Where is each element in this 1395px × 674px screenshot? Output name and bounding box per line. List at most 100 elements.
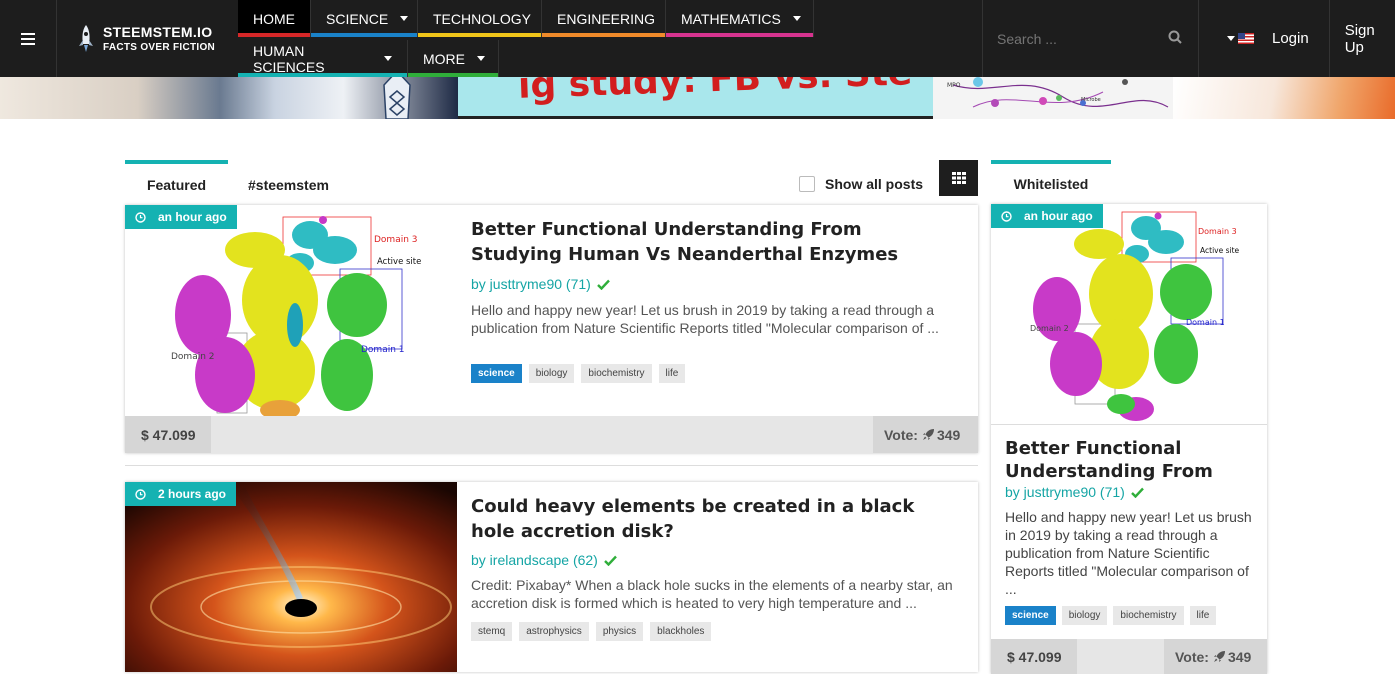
post-author[interactable]: by justtryme90 (71) <box>1005 484 1144 500</box>
tag-chip[interactable]: life <box>658 364 686 383</box>
nav-engineering-label: ENGINEERING <box>557 10 656 27</box>
tag-chip[interactable]: science <box>1005 606 1056 625</box>
nav-home-underline <box>238 33 310 37</box>
nav-home-label: HOME <box>253 10 295 27</box>
vote-button[interactable]: Vote: 349 <box>1164 639 1267 674</box>
post-thumbnail[interactable]: an hour ago Domain 3 Active site Domain … <box>991 204 1267 425</box>
post-excerpt: Hello and happy new year! Let us brush i… <box>1005 509 1252 597</box>
nav-more-label: MORE <box>423 50 465 67</box>
nav-technology-label: TECHNOLOGY <box>433 10 532 27</box>
clock-icon <box>1001 210 1012 222</box>
diagram-label-active-site: Active site <box>1200 246 1240 255</box>
post-title[interactable]: Better Functional Understanding From Stu… <box>471 217 941 267</box>
tab-featured[interactable]: Featured <box>125 160 228 198</box>
hamburger-menu-button[interactable] <box>0 0 57 77</box>
nav-technology-underline <box>418 33 541 37</box>
post-tags: science biology biochemistry life <box>1005 606 1217 625</box>
rocket-logo-icon <box>79 24 93 52</box>
post-thumbnail[interactable]: 2 hours ago <box>125 482 457 672</box>
post-payout: $ 47.099 <box>991 639 1077 674</box>
feed-tabs: Featured #steemstem Show all posts <box>125 160 978 198</box>
post-time: 2 hours ago <box>158 487 227 501</box>
tag-chip[interactable]: science <box>471 364 522 383</box>
brand-tagline: FACTS OVER FICTION <box>103 42 216 53</box>
clock-icon <box>135 211 146 223</box>
signup-button[interactable]: Sign Up <box>1328 0 1395 77</box>
vote-button[interactable]: Vote: 349 <box>873 416 978 453</box>
nav-mathematics-label: MATHEMATICS <box>681 10 781 27</box>
us-flag-icon <box>1238 33 1254 44</box>
banner-image-study[interactable]: ig study: FB vs. Ste <box>458 77 933 119</box>
tag-chip[interactable]: astrophysics <box>519 622 589 641</box>
post-time-badge: an hour ago <box>125 205 237 229</box>
chevron-down-icon <box>477 56 485 61</box>
login-button[interactable]: Login <box>1268 0 1329 77</box>
whitelisted-post-card[interactable]: an hour ago Domain 3 Active site Domain … <box>991 204 1267 674</box>
tag-chip[interactable]: biology <box>1061 606 1108 625</box>
banner-text: ig study: FB vs. Ste <box>517 77 913 107</box>
brand-logo-link[interactable]: STEEMSTEM.IO FACTS OVER FICTION <box>57 0 238 77</box>
tab-steemstem[interactable]: #steemstem <box>248 160 329 198</box>
nav-science[interactable]: SCIENCE <box>311 0 418 37</box>
nav-human-sciences[interactable]: HUMAN SCIENCES <box>238 40 408 77</box>
nav-mathematics[interactable]: MATHEMATICS <box>666 0 814 37</box>
tag-chip[interactable]: blackholes <box>650 622 712 641</box>
post-time: an hour ago <box>158 210 227 224</box>
network-diagram-illustration: MPO Microbe <box>947 77 1169 108</box>
tag-chip[interactable]: biology <box>528 364 575 383</box>
post-thumbnail[interactable]: an hour ago Domain 3 Active site Domain … <box>125 205 457 416</box>
post-card[interactable]: 2 hours ago Could heavy elements be crea… <box>125 482 978 672</box>
language-selector[interactable] <box>1199 0 1268 77</box>
tag-chip[interactable]: stemq <box>471 622 513 641</box>
diagram-label-active-site: Active site <box>377 257 421 267</box>
post-tags: stemq astrophysics physics blackholes <box>471 622 712 641</box>
rocket-vote-icon <box>1213 651 1225 662</box>
post-excerpt: Hello and happy new year! Let us brush i… <box>471 302 939 336</box>
vote-label: Vote: <box>884 426 918 443</box>
black-hole-illustration <box>125 482 457 672</box>
show-all-posts-toggle[interactable]: Show all posts <box>799 176 923 192</box>
nav-science-underline <box>311 33 417 37</box>
clock-icon <box>135 488 146 500</box>
tab-whitelisted[interactable]: Whitelisted <box>991 160 1111 196</box>
post-author-label: by irelandscape (62) <box>471 552 598 568</box>
banner-image-diagram[interactable]: MPO Microbe <box>933 77 1173 119</box>
grid-view-button[interactable] <box>939 160 978 196</box>
svg-text:Microbe: Microbe <box>1081 97 1101 103</box>
chevron-down-icon <box>400 16 409 21</box>
search-icon[interactable] <box>1168 30 1182 44</box>
post-footer: $ 47.099 Vote: 349 <box>991 639 1267 674</box>
search-input[interactable] <box>997 30 1157 47</box>
nav-technology[interactable]: TECHNOLOGY <box>418 0 542 37</box>
tag-chip[interactable]: life <box>1189 606 1217 625</box>
post-author[interactable]: by justtryme90 (71) <box>471 276 610 292</box>
nav-mathematics-underline <box>666 33 813 37</box>
user-menu: Login Sign Up <box>1198 0 1395 77</box>
chevron-down-icon <box>792 16 801 21</box>
rocket-vote-icon <box>922 429 934 440</box>
nav-engineering[interactable]: ENGINEERING <box>542 0 666 37</box>
vote-count: 349 <box>1227 648 1252 665</box>
nav-engineering-underline <box>542 33 665 37</box>
post-card[interactable]: an hour ago Domain 3 Active site Domain … <box>125 205 978 453</box>
nav-more[interactable]: MORE <box>408 40 499 77</box>
tag-chip[interactable]: biochemistry <box>581 364 652 383</box>
tag-chip[interactable]: physics <box>595 622 644 641</box>
post-payout: $ 47.099 <box>125 416 211 453</box>
nav-science-label: SCIENCE <box>326 10 389 27</box>
post-title[interactable]: Could heavy elements be created in a bla… <box>471 494 941 544</box>
rocket-watermark-icon <box>383 77 411 119</box>
verified-check-icon <box>596 279 610 290</box>
show-all-label: Show all posts <box>825 176 924 192</box>
post-title[interactable]: Better Functional Understanding From <box>1005 437 1255 483</box>
post-author[interactable]: by irelandscape (62) <box>471 552 617 568</box>
vote-count: 349 <box>936 426 961 443</box>
banner-image-laptop[interactable] <box>0 77 458 119</box>
post-time-badge: an hour ago <box>991 204 1103 228</box>
brand-name: STEEMSTEM.IO <box>103 24 213 40</box>
show-all-checkbox[interactable] <box>799 176 815 192</box>
tag-chip[interactable]: biochemistry <box>1113 606 1184 625</box>
nav-home[interactable]: HOME <box>238 0 311 37</box>
diagram-label-domain2: Domain 2 <box>171 352 215 362</box>
banner-image-orange[interactable] <box>1173 77 1395 119</box>
